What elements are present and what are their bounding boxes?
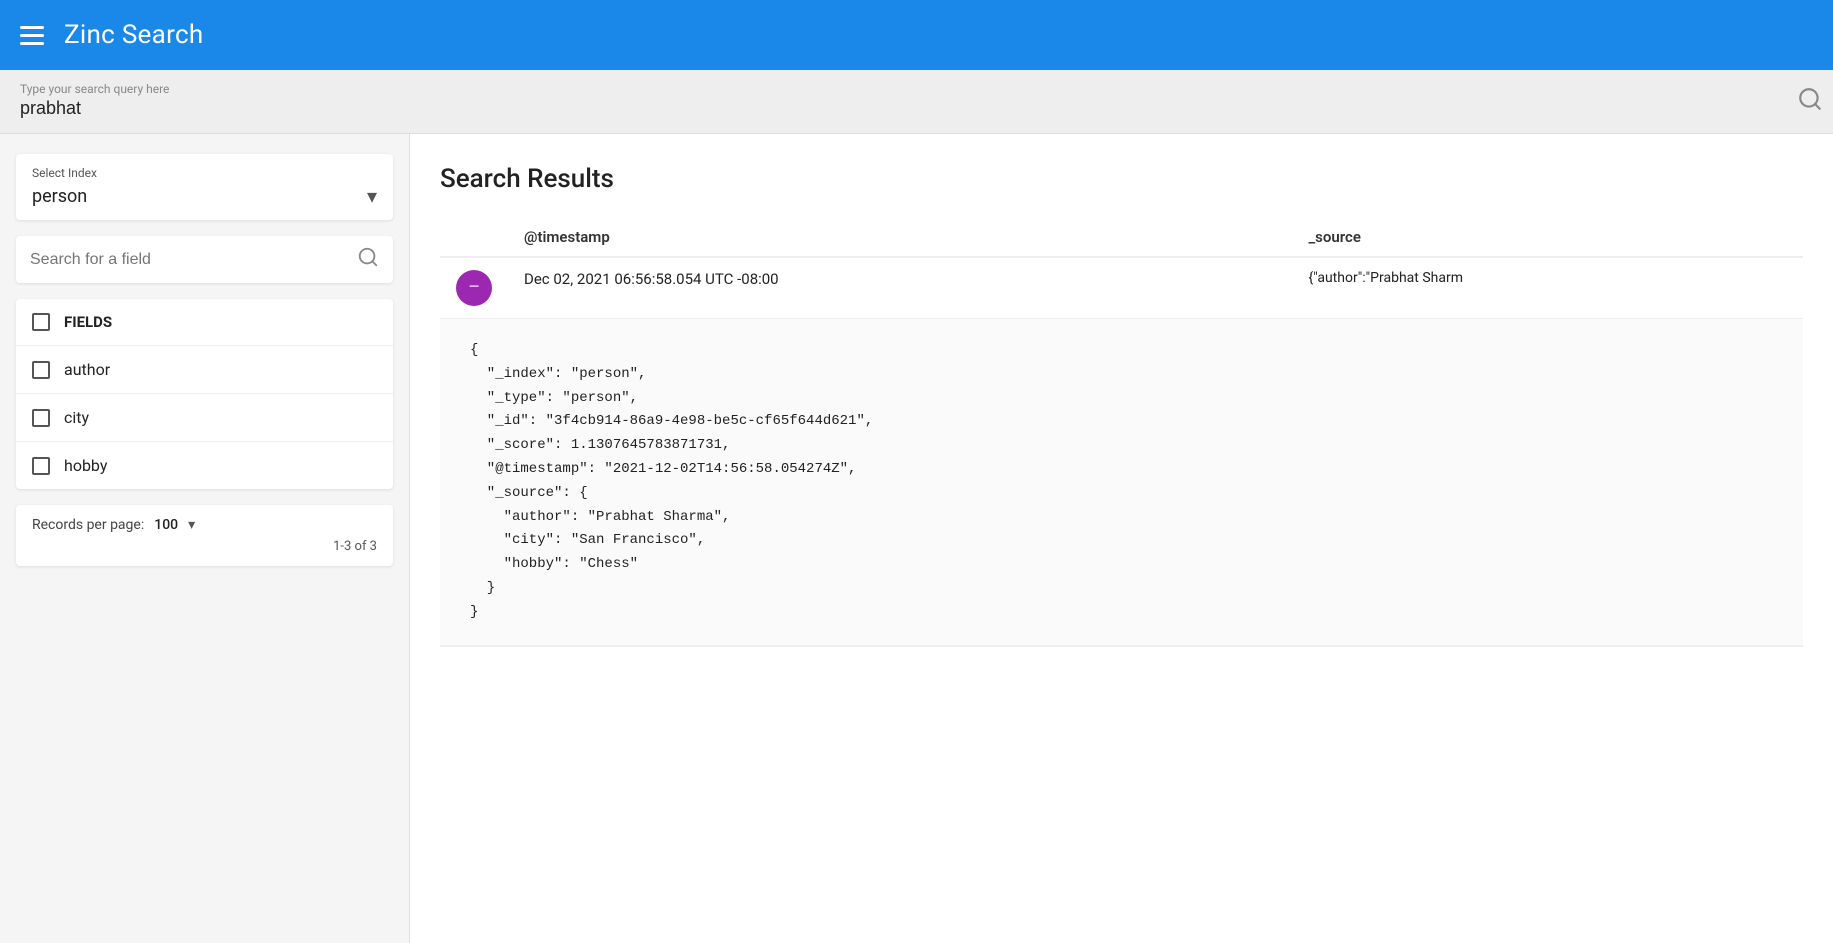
- timestamp-cell: Dec 02, 2021 06:56:58.054 UTC -08:00: [508, 257, 1292, 319]
- sidebar: Select Index person ▾ FIELDS: [0, 134, 410, 943]
- select-index-dropdown[interactable]: person ▾: [32, 184, 377, 208]
- json-expansion-cell: { "_index": "person", "_type": "person",…: [440, 319, 1803, 647]
- fields-header-checkbox[interactable]: [32, 313, 50, 331]
- results-table: @timestamp _source − Dec 02, 2021 06:56:…: [440, 218, 1803, 647]
- records-chevron-icon[interactable]: ▾: [188, 517, 195, 533]
- field-label-hobby: hobby: [64, 456, 107, 475]
- search-wrapper: Type your search query here: [20, 80, 1813, 123]
- col-timestamp: @timestamp: [508, 218, 1292, 257]
- records-row: Records per page: 100 ▾: [32, 517, 377, 533]
- app-title: Zinc Search: [64, 20, 203, 50]
- timestamp-value: Dec 02, 2021 06:56:58.054 UTC -08:00: [524, 270, 779, 288]
- content-area: Search Results @timestamp _source − Dec …: [410, 134, 1833, 943]
- select-index-value: person: [32, 186, 87, 207]
- fields-header-item: FIELDS: [16, 299, 393, 346]
- col-source: _source: [1292, 218, 1803, 257]
- field-checkbox-hobby[interactable]: [32, 457, 50, 475]
- field-checkbox-city[interactable]: [32, 409, 50, 427]
- field-search-icon: [357, 246, 379, 273]
- search-button[interactable]: [1797, 86, 1823, 118]
- records-label: Records per page:: [32, 517, 144, 533]
- main-layout: Select Index person ▾ FIELDS: [0, 134, 1833, 943]
- chevron-down-icon: ▾: [367, 184, 377, 208]
- field-item-city[interactable]: city: [16, 394, 393, 442]
- fields-list: FIELDS author city hobby: [16, 299, 393, 489]
- records-container: Records per page: 100 ▾ 1-3 of 3: [16, 505, 393, 566]
- table-row: − Dec 02, 2021 06:56:58.054 UTC -08:00 {…: [440, 257, 1803, 319]
- search-results-title: Search Results: [440, 164, 1803, 194]
- table-header-row: @timestamp _source: [440, 218, 1803, 257]
- table-row-expanded: { "_index": "person", "_type": "person",…: [440, 319, 1803, 647]
- field-search-container: [16, 236, 393, 283]
- hamburger-menu-button[interactable]: [20, 26, 44, 45]
- field-label-author: author: [64, 360, 110, 379]
- search-bar-container: Type your search query here: [0, 70, 1833, 134]
- field-label-city: city: [64, 408, 89, 427]
- field-search-input[interactable]: [30, 251, 357, 269]
- source-value: {"author":"Prabhat Sharm: [1308, 270, 1463, 286]
- field-item-hobby[interactable]: hobby: [16, 442, 393, 489]
- field-item-author[interactable]: author: [16, 346, 393, 394]
- select-index-container: Select Index person ▾: [16, 154, 393, 220]
- json-content: { "_index": "person", "_type": "person",…: [470, 339, 1773, 625]
- field-checkbox-author[interactable]: [32, 361, 50, 379]
- header: Zinc Search: [0, 0, 1833, 70]
- col-expand: [440, 218, 508, 257]
- row-toggle-cell: −: [440, 257, 508, 319]
- search-input[interactable]: [20, 80, 1813, 123]
- records-count: 1-3 of 3: [32, 539, 377, 554]
- source-cell: {"author":"Prabhat Sharm: [1292, 257, 1803, 319]
- fields-header-label: FIELDS: [64, 313, 112, 331]
- json-expansion: { "_index": "person", "_type": "person",…: [440, 319, 1803, 646]
- row-expand-button[interactable]: −: [456, 270, 492, 306]
- search-placeholder: Type your search query here: [20, 82, 169, 96]
- records-value: 100: [154, 517, 178, 533]
- select-index-label: Select Index: [32, 166, 377, 180]
